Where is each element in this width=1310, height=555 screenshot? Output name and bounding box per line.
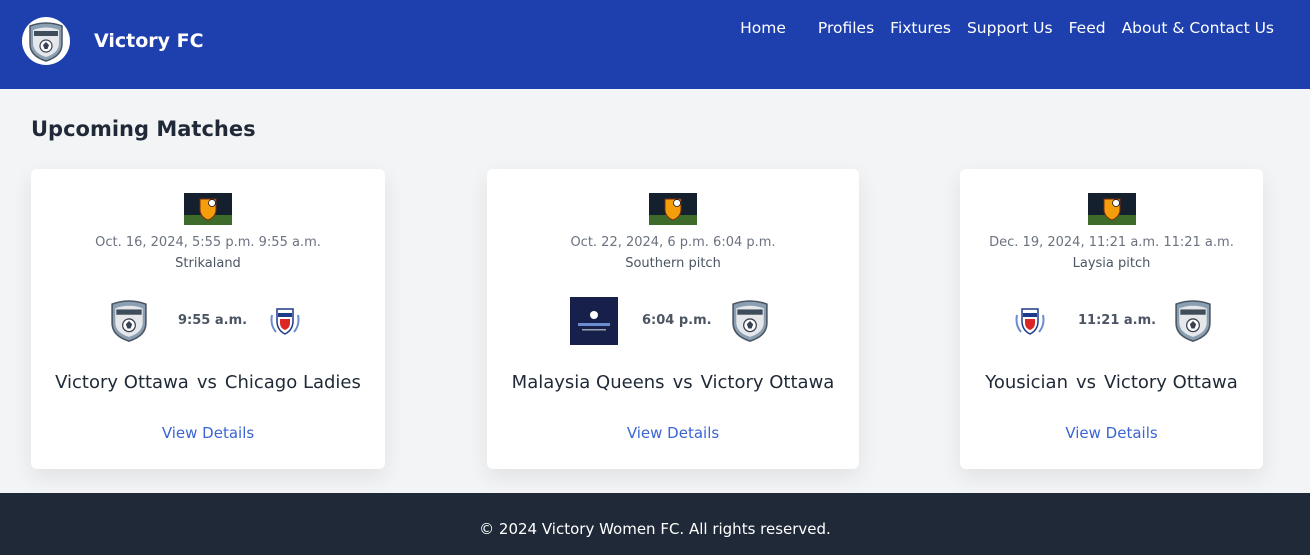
nav-feed[interactable]: Feed [1069, 19, 1106, 37]
brand-name[interactable]: Victory FC [94, 30, 204, 52]
match-card: Oct. 22, 2024, 6 p.m. 6:04 p.m. Southern… [487, 169, 859, 469]
competition-badge-icon [649, 193, 697, 225]
vs-label: vs [196, 372, 217, 393]
main-nav: Home Profiles Fixtures Support Us Feed A… [740, 19, 1274, 37]
view-details-link[interactable]: View Details [487, 424, 859, 442]
match-datetime: Oct. 16, 2024, 5:55 p.m. 9:55 a.m. [95, 235, 321, 250]
vs-label: vs [1075, 372, 1097, 393]
page-title: Upcoming Matches [31, 117, 256, 141]
site-header: Victory FC Home Profiles Fixtures Suppor… [0, 0, 1310, 89]
away-team-logo [731, 297, 769, 343]
victory-crest-icon [1175, 300, 1211, 342]
kickoff-time: 9:55 a.m. [178, 313, 248, 328]
malaysia-queens-logo-icon [570, 297, 618, 345]
nav-support-us[interactable]: Support Us [967, 19, 1053, 37]
match-teams: Yousician vs Victory Ottawa [960, 372, 1263, 393]
match-card: Oct. 16, 2024, 5:55 p.m. 9:55 a.m. Strik… [31, 169, 385, 469]
away-team-name: Chicago Ladies [224, 372, 361, 393]
home-team-logo [1013, 305, 1047, 337]
match-datetime: Oct. 22, 2024, 6 p.m. 6:04 p.m. [570, 235, 776, 250]
victory-crest-icon [29, 22, 63, 62]
match-venue: Southern pitch [625, 256, 721, 271]
home-team-logo [570, 297, 618, 345]
yousician-crest-icon [1015, 308, 1045, 335]
away-team-name: Victory Ottawa [700, 372, 835, 393]
kickoff-time: 11:21 a.m. [1078, 313, 1157, 328]
view-details-link[interactable]: View Details [960, 424, 1263, 442]
match-teams: Malaysia Queens vs Victory Ottawa [487, 372, 859, 393]
copyright-text: © 2024 Victory Women FC. All rights rese… [479, 520, 831, 538]
match-teams: Victory Ottawa vs Chicago Ladies [31, 372, 385, 393]
view-details-link[interactable]: View Details [31, 424, 385, 442]
chicago-crest-icon [270, 308, 300, 335]
home-team-logo [110, 297, 148, 343]
home-team-name: Victory Ottawa [55, 372, 189, 393]
home-team-name: Yousician [985, 372, 1068, 393]
competition-badge-icon [1087, 193, 1136, 225]
match-datetime: Dec. 19, 2024, 11:21 a.m. 11:21 a.m. [989, 235, 1234, 250]
nav-home[interactable]: Home [740, 19, 786, 37]
victory-crest-icon [732, 300, 768, 342]
match-venue: Strikaland [175, 256, 241, 271]
victory-crest-icon [111, 300, 147, 342]
vs-label: vs [672, 372, 693, 393]
kickoff-time: 6:04 p.m. [642, 313, 712, 328]
nav-fixtures[interactable]: Fixtures [890, 19, 951, 37]
home-team-name: Malaysia Queens [511, 372, 665, 393]
nav-profiles[interactable]: Profiles [818, 19, 874, 37]
match-venue: Laysia pitch [1072, 256, 1151, 271]
nav-about-contact[interactable]: About & Contact Us [1122, 19, 1274, 37]
away-team-logo [1174, 297, 1212, 343]
site-footer: © 2024 Victory Women FC. All rights rese… [0, 493, 1310, 555]
away-team-logo [268, 305, 302, 337]
club-logo[interactable] [22, 17, 70, 65]
away-team-name: Victory Ottawa [1104, 372, 1238, 393]
competition-badge-icon [184, 193, 232, 225]
match-card: Dec. 19, 2024, 11:21 a.m. 11:21 a.m. Lay… [960, 169, 1263, 469]
